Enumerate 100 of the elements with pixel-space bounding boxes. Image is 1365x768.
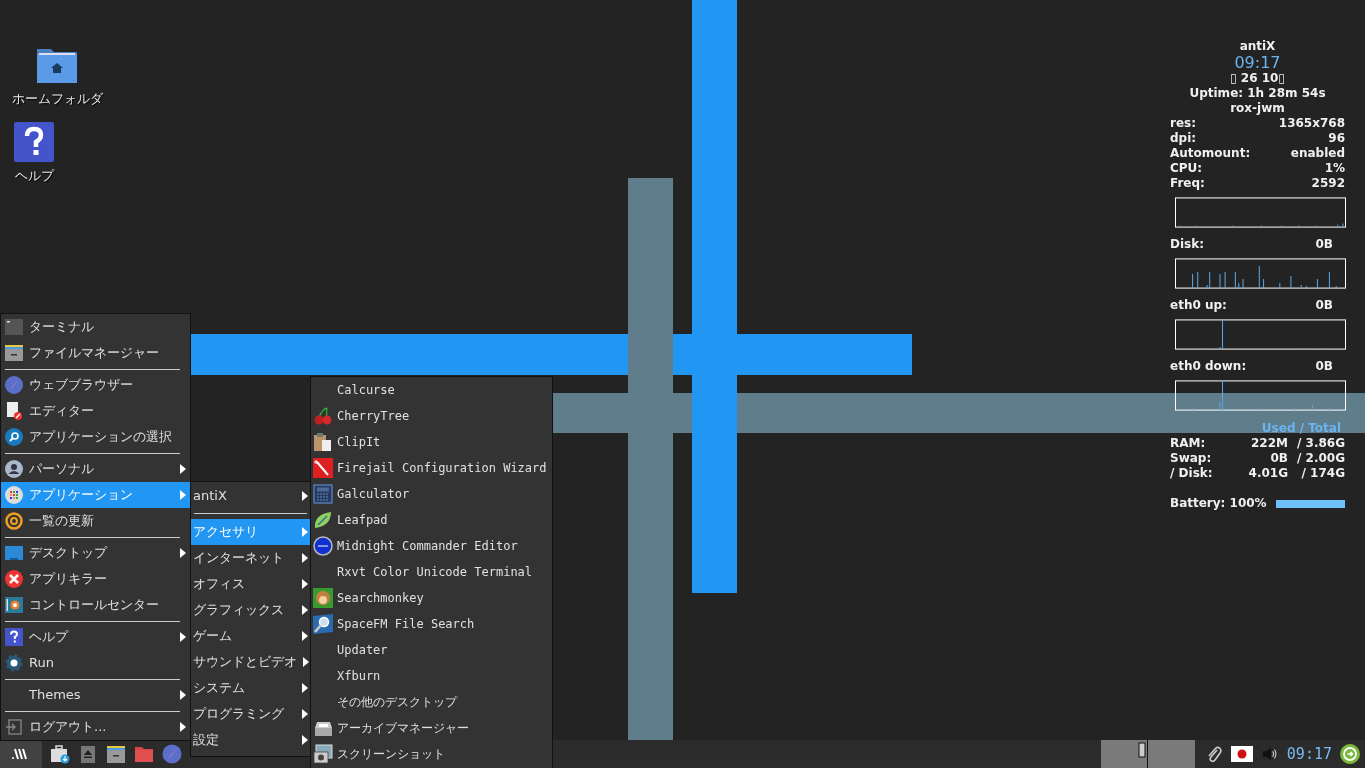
menu-item[interactable]: Calcurse (311, 377, 552, 403)
briefcase-icon[interactable] (50, 744, 70, 764)
monitor-icon (5, 544, 23, 562)
eject-icon[interactable] (78, 744, 98, 764)
memory-used: 0B (1269, 451, 1288, 466)
menu-item[interactable]: その他のデスクトップ (311, 689, 552, 715)
menu-item[interactable]: Updater (311, 637, 552, 663)
graph-label: Disk: (1170, 237, 1204, 252)
menu-item[interactable]: Galculator (311, 481, 552, 507)
submenu-arrow-icon (180, 632, 186, 642)
graph-value: 0B (1315, 237, 1333, 252)
menu-item[interactable]: プログラミング (191, 701, 310, 727)
folder-icon[interactable] (134, 744, 154, 764)
menu-item[interactable]: ターミナル (1, 314, 190, 340)
memory-used: 4.01G (1247, 466, 1288, 481)
power-icon[interactable] (1340, 744, 1360, 764)
menu-item[interactable]: 設定 (191, 727, 310, 753)
menu-item[interactable]: オフィス (191, 571, 310, 597)
window-manager-text: rox-jwm (1230, 101, 1285, 116)
graph-label: eth0 up: (1170, 298, 1227, 313)
wand-icon (313, 458, 333, 478)
menu-item[interactable]: ログアウト... (1, 714, 190, 740)
file-cabinet-icon[interactable] (106, 744, 126, 764)
submenu-arrow-icon (302, 631, 308, 641)
menu-item[interactable]: Firejail Configuration Wizard (311, 455, 552, 481)
terminal-icon (5, 318, 23, 336)
menu-item[interactable]: ClipIt (311, 429, 552, 455)
control-panel-icon (5, 596, 23, 614)
editor-icon (5, 402, 23, 420)
stat-label: dpi: (1170, 131, 1197, 146)
menu-item[interactable]: アプリキラー (1, 566, 190, 592)
menu-item[interactable]: CherryTree (311, 403, 552, 429)
menu-item[interactable]: エディター (1, 398, 190, 424)
clipboard-icon (313, 432, 333, 452)
memory-label: / Disk: (1170, 466, 1214, 481)
menu-item[interactable]: スクリーンショット (311, 741, 552, 767)
graph-value: 0B (1315, 298, 1333, 313)
battery-label: Battery: 100% (1170, 496, 1267, 511)
memory-label: Swap: (1170, 451, 1213, 466)
menu-item[interactable]: インターネット (191, 545, 310, 571)
memory-total: / 174G (1300, 466, 1345, 481)
search-icon (5, 428, 23, 446)
calculator-icon (313, 484, 333, 504)
menu-item[interactable]: Xfburn (311, 663, 552, 689)
taskbar-clock[interactable]: 09:17 (1286, 745, 1332, 763)
menu-item[interactable]: Searchmonkey (311, 585, 552, 611)
memory-total: / 3.86G (1295, 436, 1345, 451)
memory-label: RAM: (1170, 436, 1207, 451)
submenu-arrow-icon (180, 490, 186, 500)
stat-value: 1365x768 (1278, 116, 1345, 131)
user-icon (5, 460, 23, 478)
menu-item[interactable]: グラフィックス (191, 597, 310, 623)
magnifier-icon (313, 614, 333, 634)
desktop-icon-label[interactable]: ホームフォルダ (11, 90, 103, 108)
graph-label: eth0 down: (1170, 359, 1247, 374)
memory-total: / 2.00G (1295, 451, 1345, 466)
camera-icon (313, 744, 333, 764)
memory-header: Used / Total (1261, 421, 1341, 436)
start-button[interactable] (0, 740, 42, 768)
submenu-arrow-icon (302, 527, 308, 537)
graph-value: 0B (1315, 359, 1333, 374)
stat-value: enabled (1290, 146, 1345, 161)
menu-item[interactable]: ヘルプ (1, 624, 190, 650)
submenu-arrow-icon (180, 464, 186, 474)
leaf-icon (313, 510, 333, 530)
submenu-arrow-icon (180, 690, 186, 700)
submenu-arrow-icon (303, 657, 309, 667)
submenu-arrow-icon (302, 579, 308, 589)
menu-item[interactable]: パーソナル (1, 456, 190, 482)
submenu-arrow-icon (302, 683, 308, 693)
menu-item[interactable]: ウェブブラウザー (1, 372, 190, 398)
compass-icon[interactable] (162, 744, 182, 764)
submenu-arrow-icon (180, 722, 186, 732)
desktop-icon-label[interactable]: ヘルプ (14, 167, 54, 185)
menu-item[interactable]: サウンドとビデオ (191, 649, 310, 675)
close-icon (5, 570, 23, 588)
gear-icon (5, 654, 23, 672)
menu-item[interactable]: Midnight Commander Editor (311, 533, 552, 559)
clock-text: 09:17 (1234, 54, 1281, 71)
stat-label: res: (1170, 116, 1196, 131)
workspace-pager[interactable] (1100, 740, 1195, 768)
date-text: ▯ 26 10▯ (1230, 71, 1285, 86)
flag-icon[interactable] (1230, 746, 1253, 762)
compass-icon (5, 376, 23, 394)
submenu-arrow-icon (180, 548, 186, 558)
menu-item[interactable]: Rxvt Color Unicode Terminal (311, 559, 552, 585)
help-icon (5, 628, 23, 646)
menu-item[interactable]: デスクトップ (1, 540, 190, 566)
stat-label: Automount: (1170, 146, 1251, 161)
menu-item[interactable]: ゲーム (191, 623, 310, 649)
menu-item[interactable]: Leafpad (311, 507, 552, 533)
stat-value: 2592 (1311, 176, 1345, 191)
uptime-text: Uptime: 1h 28m 54s (1189, 86, 1326, 101)
logout-icon (5, 718, 23, 736)
file-cabinet-icon (5, 344, 23, 362)
help-icon[interactable] (14, 122, 54, 162)
menu-item[interactable]: アーカイブマネージャー (311, 715, 552, 741)
menu-item[interactable]: SpaceFM File Search (311, 611, 552, 637)
menu-item[interactable]: システム (191, 675, 310, 701)
submenu-arrow-icon (302, 605, 308, 615)
